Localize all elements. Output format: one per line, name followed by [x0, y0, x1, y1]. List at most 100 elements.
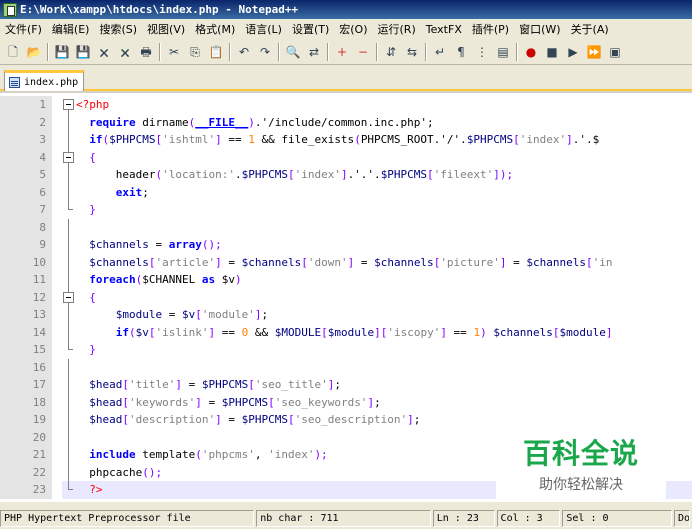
- save-icon[interactable]: 💾: [52, 42, 72, 62]
- code-token: 1: [248, 133, 255, 147]
- fold-toggle-icon[interactable]: [63, 151, 74, 163]
- code-line[interactable]: 5 header('location:'. $PHPCMS['index'] .'.…: [0, 166, 692, 184]
- bookmark-margin[interactable]: [52, 271, 62, 289]
- indent-guide-icon[interactable]: ⋮: [472, 42, 492, 62]
- bookmark-margin[interactable]: [52, 131, 62, 149]
- fold-margin[interactable]: [62, 148, 76, 166]
- zoom-out-icon[interactable]: −: [353, 42, 373, 62]
- bookmark-margin[interactable]: [52, 358, 62, 376]
- code-line[interactable]: 16: [0, 358, 692, 376]
- paste-icon[interactable]: 📋: [206, 42, 226, 62]
- tab-index-php[interactable]: index.php: [4, 70, 84, 91]
- open-icon[interactable]: 📂: [24, 42, 44, 62]
- menu-item[interactable]: 语言(L): [240, 21, 287, 37]
- menu-item[interactable]: 插件(P): [467, 21, 514, 37]
- sync-h-icon[interactable]: ⇆: [402, 42, 422, 62]
- code-line[interactable]: 17 $head['title'] = $PHPCMS['seo_title']…: [0, 376, 692, 394]
- code-line[interactable]: 15 }: [0, 341, 692, 359]
- menu-item[interactable]: TextFX: [421, 23, 467, 36]
- menu-item[interactable]: 文件(F): [0, 21, 47, 37]
- code-line[interactable]: 12 {: [0, 288, 692, 306]
- bookmark-margin[interactable]: [52, 341, 62, 359]
- code-line[interactable]: 8: [0, 218, 692, 236]
- code-line[interactable]: 3 if($PHPCMS['ishtml'] == 1 && file_exis…: [0, 131, 692, 149]
- find-icon[interactable]: 🔍: [283, 42, 303, 62]
- menu-item[interactable]: 格式(M): [190, 21, 240, 37]
- bookmark-margin[interactable]: [52, 323, 62, 341]
- menu-item[interactable]: 搜索(S): [94, 21, 142, 37]
- code-line[interactable]: 4 {: [0, 148, 692, 166]
- save-all-icon[interactable]: 💾: [73, 42, 93, 62]
- bookmark-margin[interactable]: [52, 253, 62, 271]
- bookmark-margin[interactable]: [52, 428, 62, 446]
- fold-toggle-icon[interactable]: [63, 99, 74, 110]
- menu-item[interactable]: 编辑(E): [47, 21, 95, 37]
- bookmark-margin[interactable]: [52, 166, 62, 184]
- menu-item[interactable]: 视图(V): [142, 21, 190, 37]
- bookmark-margin[interactable]: [52, 201, 62, 219]
- stop-icon[interactable]: ■: [542, 42, 562, 62]
- code-line[interactable]: 11 foreach($CHANNEL as $v): [0, 271, 692, 289]
- bookmark-margin[interactable]: [52, 236, 62, 254]
- bookmark-margin[interactable]: [52, 446, 62, 464]
- fold-margin[interactable]: [62, 288, 76, 306]
- code-token: phpcache: [76, 465, 143, 479]
- zoom-in-icon[interactable]: +: [332, 42, 352, 62]
- code-token: ();: [201, 238, 222, 252]
- new-file-icon[interactable]: 🗋: [3, 42, 23, 62]
- menu-item[interactable]: 设置(T): [287, 21, 334, 37]
- show-all-icon[interactable]: ¶: [451, 42, 471, 62]
- code-line[interactable]: 14 if($v['islink'] == 0 && $MODULE[$modu…: [0, 323, 692, 341]
- bookmark-margin[interactable]: [52, 148, 62, 166]
- line-number: 4: [0, 148, 52, 166]
- save-macro-icon[interactable]: ▣: [605, 42, 625, 62]
- code-line[interactable]: 6 exit;: [0, 183, 692, 201]
- bookmark-margin[interactable]: [52, 306, 62, 324]
- code-line[interactable]: 18 $head['keywords'] = $PHPCMS['seo_keyw…: [0, 393, 692, 411]
- wrap-icon[interactable]: ↵: [430, 42, 450, 62]
- close-all-icon[interactable]: 🗙: [115, 42, 135, 62]
- menu-item[interactable]: 关于(A): [566, 21, 614, 37]
- bookmark-margin[interactable]: [52, 481, 62, 499]
- bookmark-margin[interactable]: [52, 376, 62, 394]
- code-line[interactable]: 13 $module = $v['module'];: [0, 306, 692, 324]
- bookmark-margin[interactable]: [52, 393, 62, 411]
- menu-item[interactable]: 运行(R): [373, 21, 421, 37]
- bookmark-margin[interactable]: [52, 113, 62, 131]
- menu-item[interactable]: 窗口(W): [514, 21, 565, 37]
- menu-item[interactable]: 宏(O): [334, 21, 372, 37]
- code-line[interactable]: 7 }: [0, 201, 692, 219]
- watermark-logo: 百科全说 助你轻松解决: [496, 420, 666, 506]
- redo-icon[interactable]: ↷: [255, 42, 275, 62]
- bookmark-margin[interactable]: [52, 463, 62, 481]
- play-icon[interactable]: ▶: [563, 42, 583, 62]
- code-token: require: [89, 115, 136, 129]
- code-line[interactable]: 1 <?php: [0, 96, 692, 114]
- code-token: $MODULE: [274, 325, 322, 339]
- doc-map-icon[interactable]: ▤: [493, 42, 513, 62]
- code-line[interactable]: 2 require dirname(__FILE__) .'/include/co…: [0, 113, 692, 131]
- code-line[interactable]: 9 $channels = array ();: [0, 236, 692, 254]
- record-icon[interactable]: ●: [521, 42, 541, 62]
- play-multi-icon[interactable]: ⏩: [584, 42, 604, 62]
- code-token: $v: [215, 273, 235, 287]
- bookmark-margin[interactable]: [52, 96, 62, 114]
- fold-toggle-icon[interactable]: [63, 291, 74, 303]
- undo-icon[interactable]: ↶: [234, 42, 254, 62]
- code-token: [: [148, 255, 156, 269]
- bookmark-margin[interactable]: [52, 183, 62, 201]
- code-line[interactable]: 10 $channels['article'] = $channels['dow…: [0, 253, 692, 271]
- line-number: 2: [0, 113, 52, 131]
- fold-margin[interactable]: [62, 96, 76, 114]
- bookmark-margin[interactable]: [52, 218, 62, 236]
- close-icon[interactable]: 🗙: [94, 42, 114, 62]
- bookmark-margin[interactable]: [52, 288, 62, 306]
- bookmark-margin[interactable]: [52, 411, 62, 429]
- copy-icon[interactable]: ⎘: [185, 42, 205, 62]
- sync-v-icon[interactable]: ⇵: [381, 42, 401, 62]
- cut-icon[interactable]: ✂: [164, 42, 184, 62]
- print-icon[interactable]: 🖶: [136, 42, 156, 62]
- code-token: ]: [327, 378, 335, 392]
- replace-icon[interactable]: ⇄: [304, 42, 324, 62]
